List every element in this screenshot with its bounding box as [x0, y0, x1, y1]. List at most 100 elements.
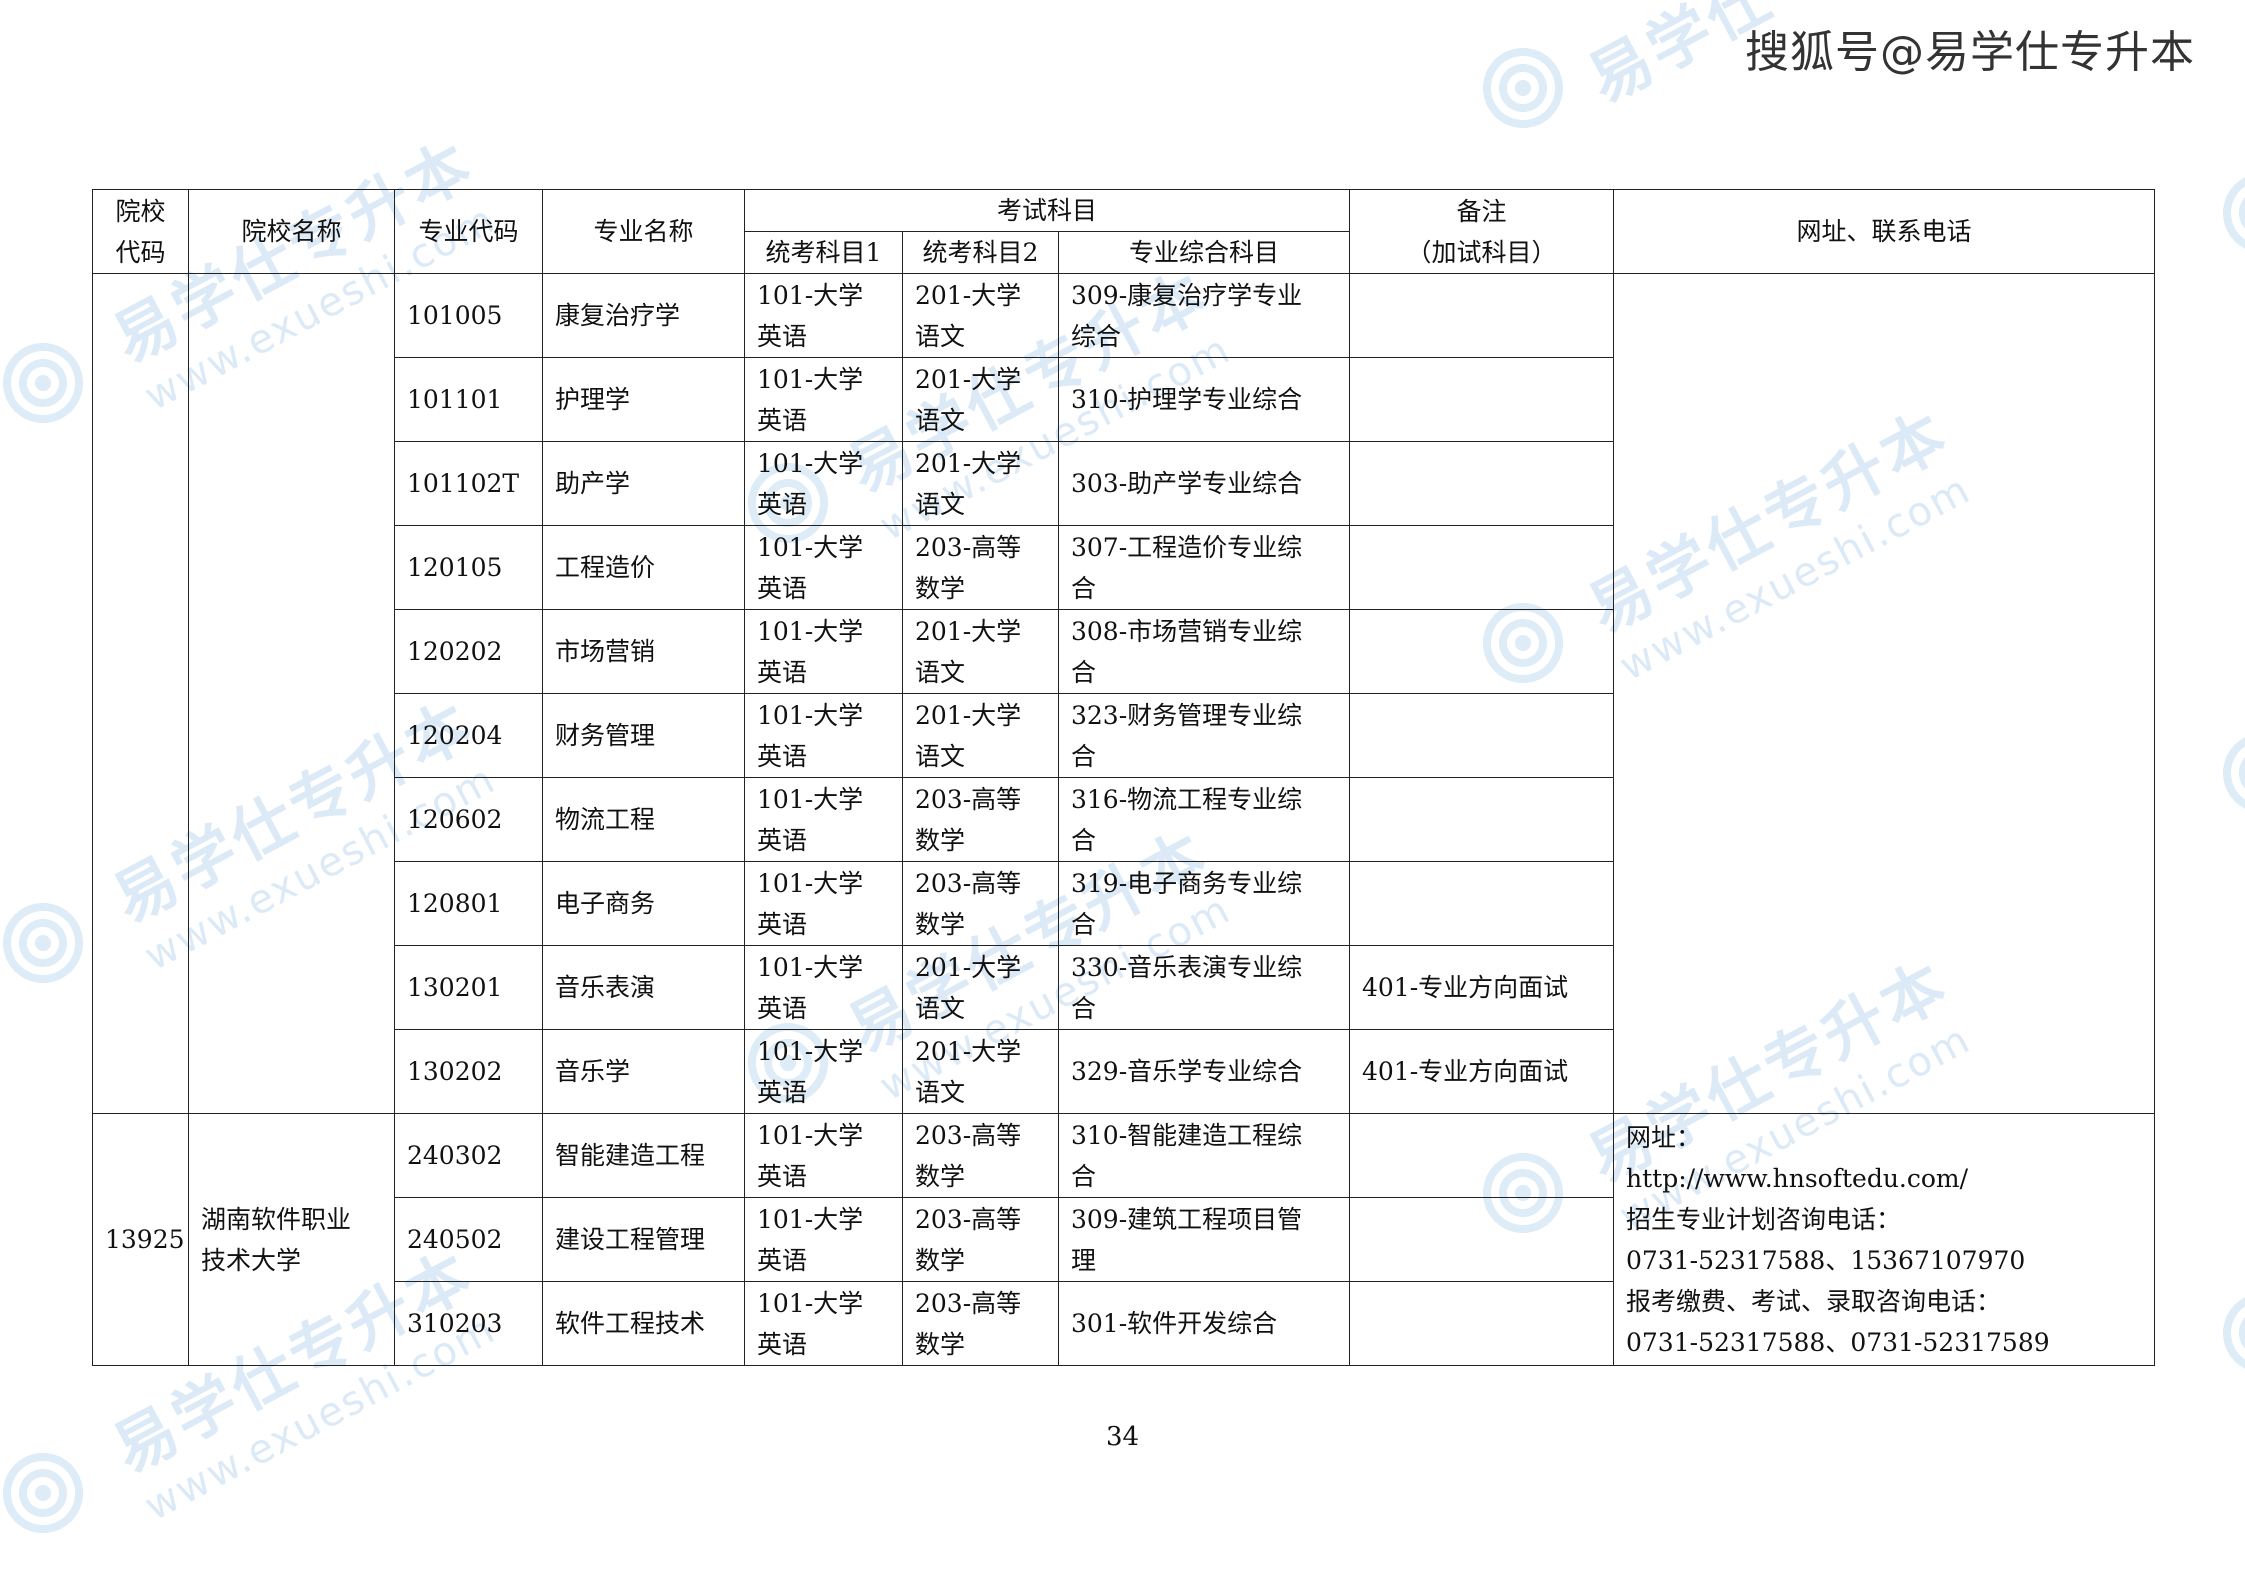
header-school-name: 院校名称 [188, 189, 395, 274]
comprehensive-cell: 319-电子商务专业综合 [1058, 861, 1350, 946]
remark-cell [1349, 777, 1614, 862]
major-name-cell: 智能建造工程 [542, 1113, 745, 1198]
remark-cell [1349, 1113, 1614, 1198]
brand-label: 搜狐号@易学仕专升本 [1745, 27, 2195, 78]
header-remark: 备注 （加试科目） [1349, 189, 1614, 274]
subject1-cell: 101-大学 英语 [744, 609, 903, 694]
major-code-cell: 120105 [394, 525, 543, 610]
major-code-cell: 130201 [394, 945, 543, 1030]
major-name-cell: 音乐学 [542, 1029, 745, 1114]
subject2-cell: 203-高等 数学 [902, 1197, 1059, 1282]
subject2-cell: 201-大学 语文 [902, 609, 1059, 694]
major-code-cell: 310203 [394, 1281, 543, 1366]
major-code-cell: 240502 [394, 1197, 543, 1282]
major-code-cell: 240302 [394, 1113, 543, 1198]
major-code-cell: 130202 [394, 1029, 543, 1114]
watermark-logo-icon [1480, 45, 1566, 131]
comprehensive-cell: 308-市场营销专业综合 [1058, 609, 1350, 694]
remark-cell [1349, 273, 1614, 358]
comprehensive-cell: 303-助产学专业综合 [1058, 441, 1350, 526]
header-row: 院校 代码 院校名称 专业代码 专业名称 考试科目 备注 （加试科目） 网址、联系电… [92, 189, 2155, 274]
subject1-cell: 101-大学 英语 [744, 693, 903, 778]
header-subject-2: 统考科目2 [902, 231, 1059, 274]
subject1-cell: 101-大学 英语 [744, 1113, 903, 1198]
subject1-cell: 101-大学 英语 [744, 273, 903, 358]
major-name-cell: 市场营销 [542, 609, 745, 694]
contact-label-url: 网址： [1626, 1122, 1702, 1152]
watermark-logo-icon [0, 340, 86, 426]
watermark-logo-icon [2220, 170, 2245, 256]
remark-cell [1349, 357, 1614, 442]
major-name-cell: 护理学 [542, 357, 745, 442]
major-code-cell: 101101 [394, 357, 543, 442]
contact-cell [1613, 273, 2155, 1114]
subject2-cell: 201-大学 语文 [902, 945, 1059, 1030]
subject1-cell: 101-大学 英语 [744, 777, 903, 862]
subject1-cell: 101-大学 英语 [744, 945, 903, 1030]
subject1-cell: 101-大学 英语 [744, 1281, 903, 1366]
subject2-cell: 203-高等 数学 [902, 1113, 1059, 1198]
subject2-cell: 203-高等 数学 [902, 525, 1059, 610]
comprehensive-cell: 330-音乐表演专业综合 [1058, 945, 1350, 1030]
major-name-cell: 软件工程技术 [542, 1281, 745, 1366]
major-code-cell: 101102T [394, 441, 543, 526]
remark-cell [1349, 1197, 1614, 1282]
remark-cell [1349, 693, 1614, 778]
header-comprehensive: 专业综合科目 [1058, 231, 1350, 274]
school-code-cell: 13925 [92, 1113, 189, 1366]
comprehensive-cell: 309-康复治疗学专业 综合 [1058, 273, 1350, 358]
school-code-cell [92, 273, 189, 1114]
contact-cell: 网址： http://www.hnsoftedu.com/ 招生专业计划咨询电话… [1613, 1113, 2155, 1366]
comprehensive-cell: 323-财务管理专业综合 [1058, 693, 1350, 778]
remark-cell [1349, 861, 1614, 946]
contact-label-admission: 报考缴费、考试、录取咨询电话： [1626, 1286, 2002, 1316]
watermark-logo-icon [2220, 1290, 2245, 1376]
watermark-logo-icon [2220, 730, 2245, 816]
major-name-cell: 建设工程管理 [542, 1197, 745, 1282]
major-code-cell: 120204 [394, 693, 543, 778]
major-name-cell: 财务管理 [542, 693, 745, 778]
comprehensive-cell: 316-物流工程专业综合 [1058, 777, 1350, 862]
remark-cell [1349, 1281, 1614, 1366]
subject2-cell: 203-高等 数学 [902, 861, 1059, 946]
contact-label-plan: 招生专业计划咨询电话： [1626, 1204, 1902, 1234]
major-code-cell: 120602 [394, 777, 543, 862]
school-name-cell: 湖南软件职业 技术大学 [188, 1113, 395, 1366]
subject2-cell: 203-高等 数学 [902, 777, 1059, 862]
contact-phone-admission: 0731-52317588、0731-52317589 [1626, 1327, 2050, 1357]
major-name-cell: 物流工程 [542, 777, 745, 862]
subject1-cell: 101-大学 英语 [744, 1197, 903, 1282]
subject2-cell: 201-大学 语文 [902, 273, 1059, 358]
major-name-cell: 音乐表演 [542, 945, 745, 1030]
subject2-cell: 201-大学 语文 [902, 357, 1059, 442]
contact-phone-plan: 0731-52317588、15367107970 [1626, 1245, 2026, 1275]
subject1-cell: 101-大学 英语 [744, 861, 903, 946]
watermark-logo-icon [0, 900, 86, 986]
remark-cell [1349, 525, 1614, 610]
major-name-cell: 工程造价 [542, 525, 745, 610]
remark-cell [1349, 441, 1614, 526]
table-row: 13925 湖南软件职业 技术大学 240302 智能建造工程 101-大学 英语 … [92, 1113, 2155, 1366]
comprehensive-cell: 310-智能建造工程综合 [1058, 1113, 1350, 1198]
comprehensive-cell: 301-软件开发综合 [1058, 1281, 1350, 1366]
contact-url: http://www.hnsoftedu.com/ [1626, 1163, 1969, 1193]
subject2-cell: 201-大学 语文 [902, 693, 1059, 778]
major-name-cell: 电子商务 [542, 861, 745, 946]
subject1-cell: 101-大学 英语 [744, 525, 903, 610]
remark-cell: 401-专业方向面试 [1349, 945, 1614, 1030]
major-code-cell: 101005 [394, 273, 543, 358]
comprehensive-cell: 307-工程造价专业综合 [1058, 525, 1350, 610]
major-name-cell: 康复治疗学 [542, 273, 745, 358]
major-name-cell: 助产学 [542, 441, 745, 526]
admission-table: 院校 代码 院校名称 专业代码 专业名称 考试科目 备注 （加试科目） 网址、联系电… [92, 189, 2155, 1366]
subject1-cell: 101-大学 英语 [744, 441, 903, 526]
major-code-cell: 120202 [394, 609, 543, 694]
header-exam-subjects: 考试科目 [744, 189, 1350, 232]
header-contact: 网址、联系电话 [1613, 189, 2155, 274]
subject2-cell: 201-大学 语文 [902, 1029, 1059, 1114]
remark-cell [1349, 609, 1614, 694]
header-school-code: 院校 代码 [92, 189, 189, 274]
comprehensive-cell: 329-音乐学专业综合 [1058, 1029, 1350, 1114]
header-subject-1: 统考科目1 [744, 231, 903, 274]
remark-cell: 401-专业方向面试 [1349, 1029, 1614, 1114]
